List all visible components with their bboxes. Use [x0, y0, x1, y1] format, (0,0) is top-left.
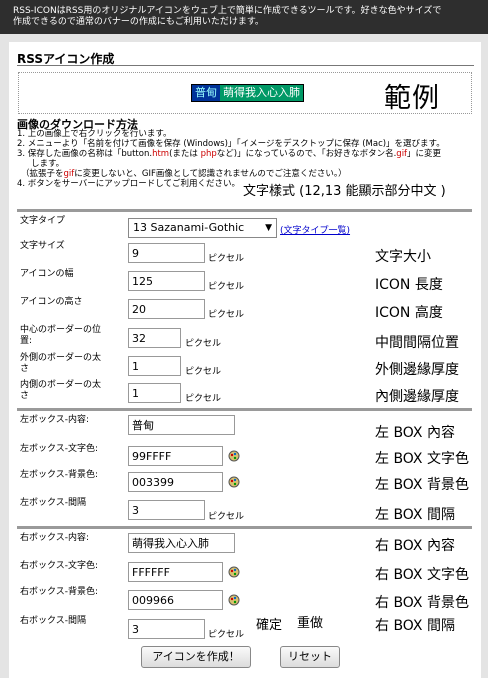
right-content-input[interactable]: [128, 533, 235, 553]
center-border-input[interactable]: [128, 328, 181, 348]
inner-border-label: 内側のボーダーの太さ: [20, 380, 102, 401]
pixel-unit: ピクセル: [208, 512, 245, 522]
right-fg-input[interactable]: [128, 562, 223, 582]
dropdown-arrow-icon: ▼: [265, 223, 272, 233]
main-panel: RSSアイコン作成 普甸 萌得我入心入肺 範例 画像のダウンロード方法 1. 上…: [9, 42, 481, 678]
example-label: 範例: [384, 83, 440, 114]
header-banner: RSS-ICONはRSS用のオリジナルアイコンをウェブ上で簡単に作成できるツール…: [0, 0, 488, 34]
section-divider: [17, 209, 472, 212]
preview-right-box: 萌得我入心入肺: [220, 85, 303, 101]
right-content-label: 右ボックス-内容:: [20, 533, 90, 543]
redo-note: 重做: [297, 616, 324, 631]
font-size-label: 文字サイズ: [20, 241, 65, 251]
pixel-unit: ピクセル: [208, 310, 245, 320]
right-content-note: 右 BOX 內容: [375, 538, 455, 554]
download-step-2: 2. メニューより「名前を付けて画像を保存 (Windows)」「イメージをデス…: [17, 139, 445, 149]
pixel-unit: ピクセル: [185, 367, 222, 377]
left-fg-note: 左 BOX 文字色: [375, 451, 469, 467]
header-line-2: 作成できるので通常のバナーの作成にもご利用いただけます。: [13, 17, 264, 27]
preview-left-box: 普甸: [192, 85, 220, 101]
left-gap-note: 左 BOX 間隔: [375, 507, 455, 523]
font-type-select[interactable]: 13 Sazanami-Gothic ▼: [128, 218, 277, 238]
left-gap-label: 左ボックス-間隔: [20, 498, 86, 508]
icon-width-note: ICON 長度: [375, 277, 443, 293]
right-gap-input[interactable]: [128, 619, 205, 639]
icon-height-note: ICON 高度: [375, 305, 443, 321]
color-picker-icon[interactable]: [228, 594, 240, 606]
confirm-note: 確定: [256, 618, 283, 633]
create-icon-button[interactable]: アイコンを作成！: [141, 646, 251, 668]
color-picker-icon[interactable]: [228, 476, 240, 488]
header-line-1: RSS-ICONはRSS用のオリジナルアイコンをウェブ上で簡単に作成できるツール…: [13, 6, 442, 16]
left-content-note: 左 BOX 內容: [375, 425, 455, 441]
left-content-input[interactable]: [128, 415, 235, 435]
pixel-unit: ピクセル: [208, 630, 245, 640]
font-type-value: 13 Sazanami-Gothic: [133, 221, 245, 234]
rss-icon-preview[interactable]: 普甸 萌得我入心入肺: [191, 84, 304, 102]
icon-height-input[interactable]: [128, 299, 205, 319]
right-bg-note: 右 BOX 背景色: [375, 595, 469, 611]
inner-border-note: 內側邊緣厚度: [375, 389, 459, 405]
left-fg-input[interactable]: [128, 446, 223, 466]
pixel-unit: ピクセル: [208, 254, 245, 264]
right-gap-note: 右 BOX 間隔: [375, 618, 455, 634]
icon-height-label: アイコンの高さ: [20, 297, 83, 307]
icon-width-label: アイコンの幅: [20, 269, 74, 279]
font-size-note: 文字大小: [375, 249, 431, 265]
pixel-unit: ピクセル: [208, 282, 245, 292]
left-bg-input[interactable]: [128, 472, 223, 492]
outer-border-input[interactable]: [128, 356, 181, 376]
outer-border-note: 外側邊緣厚度: [375, 362, 459, 378]
left-fg-label: 左ボックス-文字色:: [20, 444, 99, 454]
font-style-note: 文字樣式 (12,13 能顯示部分中文 ): [243, 184, 446, 199]
right-fg-label: 右ボックス-文字色:: [20, 561, 99, 571]
left-bg-note: 左 BOX 背景色: [375, 477, 469, 493]
font-size-input[interactable]: [128, 243, 205, 263]
section-divider: [17, 526, 472, 529]
pixel-unit: ピクセル: [185, 394, 222, 404]
icon-width-input[interactable]: [128, 271, 205, 291]
right-bg-input[interactable]: [128, 590, 223, 610]
download-step-3: 3. 保存した画像の名称は「button.htm(または phpなど)」になって…: [17, 149, 442, 159]
outer-border-label: 外側のボーダーの太さ: [20, 353, 102, 374]
center-border-note: 中間間隔位置: [375, 335, 459, 351]
download-step-1: 1. 上の画像上で右クリックを行います。: [17, 129, 172, 139]
left-content-label: 左ボックス-内容:: [20, 415, 90, 425]
right-bg-label: 右ボックス-背景色:: [20, 587, 99, 597]
section-divider: [17, 408, 472, 411]
pixel-unit: ピクセル: [185, 339, 222, 349]
inner-border-input[interactable]: [128, 383, 181, 403]
download-step-3-note: （拡張子をgifに変更しないと、GIF画像として認識されませんのでご注意ください…: [21, 169, 347, 179]
font-list-link[interactable]: (文字タイプ一覧): [280, 223, 350, 236]
right-gap-label: 右ボックス-間隔: [20, 616, 86, 626]
left-bg-label: 左ボックス-背景色:: [20, 470, 99, 480]
left-gap-input[interactable]: [128, 500, 205, 520]
example-box: 普甸 萌得我入心入肺 範例: [18, 72, 472, 114]
center-border-label: 中心のボーダーの位 置:: [20, 325, 102, 346]
right-fg-note: 右 BOX 文字色: [375, 567, 469, 583]
color-picker-icon[interactable]: [228, 566, 240, 578]
title-divider: [17, 65, 474, 66]
download-step-3b: します。: [31, 159, 65, 169]
color-picker-icon[interactable]: [228, 450, 240, 462]
reset-button[interactable]: リセット: [280, 646, 340, 668]
font-type-label: 文字タイプ: [20, 216, 66, 226]
